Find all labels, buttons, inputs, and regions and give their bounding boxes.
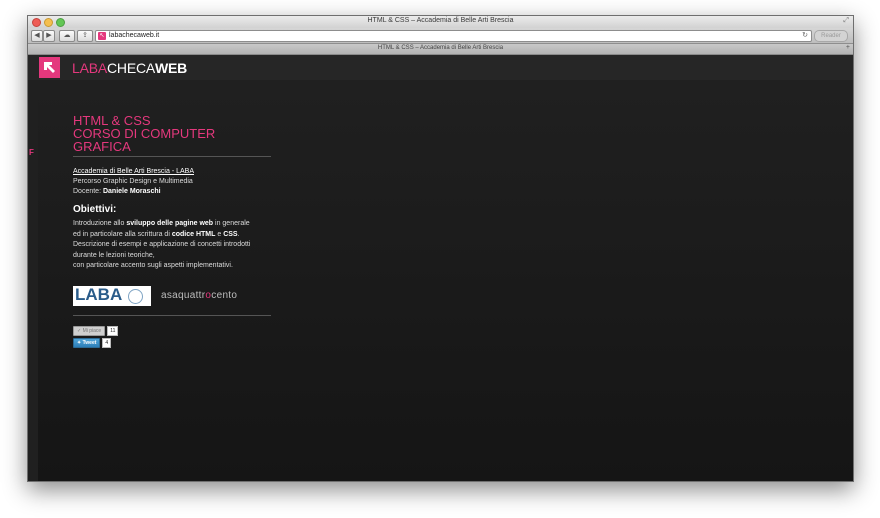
address-bar[interactable]: ↖ labachecaweb.it ↻ [95, 30, 812, 42]
objectives-heading: Obiettivi: [73, 204, 117, 215]
site-header: LABACHECAWEB [28, 55, 853, 81]
desc-bold: codice HTML [171, 230, 216, 238]
desc-line: Descrizione di esempi e applicazione di … [73, 241, 251, 248]
desc-bold: CSS [223, 230, 238, 238]
main-content: HTML & CSS CORSO DI COMPUTER GRAFICA Acc… [38, 80, 853, 481]
forward-arrow-icon[interactable]: ▶ [43, 30, 55, 42]
laba-logo-text: LABA [75, 284, 123, 304]
like-count: 11 [107, 326, 119, 336]
facebook-like: ✓ Mi piace 11 [73, 326, 273, 336]
twitter-tweet: ✦ Tweet 4 [73, 338, 273, 348]
back-arrow-icon[interactable]: ◀ [31, 30, 43, 42]
site-favicon-icon: ↖ [98, 32, 106, 40]
title-bar: HTML & CSS – Accademia di Belle Arti Bre… [28, 16, 853, 28]
share-icon[interactable]: ⇪ [77, 30, 93, 42]
twitter-bird-icon: ✦ [77, 340, 82, 346]
reader-button[interactable]: Reader [814, 30, 848, 42]
teacher-line: Docente: Daniele Moraschi [73, 187, 273, 197]
desc-text: Introduzione allo [73, 220, 127, 227]
side-tab-marker[interactable]: F [29, 148, 34, 157]
school-link[interactable]: Accademia di Belle Arti Brescia - LABA [73, 168, 194, 175]
tweet-label: Tweet [82, 340, 97, 346]
desc-text: . [237, 230, 240, 238]
asa-logo-part: asaquattr [161, 290, 206, 301]
reload-icon[interactable]: ↻ [802, 31, 808, 41]
window-title: HTML & CSS – Accademia di Belle Arti Bre… [367, 17, 514, 24]
cloud-icon[interactable]: ☁ [59, 30, 75, 42]
new-tab-icon[interactable]: + [846, 44, 850, 51]
site-logo-text[interactable]: LABACHECAWEB [72, 60, 187, 76]
browser-toolbar: ◀ ▶ ☁ ⇪ ↖ labachecaweb.it ↻ Reader [28, 28, 853, 44]
partner-logos: LABA asaquattrocento [73, 284, 273, 306]
desc-line: durante le lezioni teoriche, [73, 251, 155, 259]
asa-logo-part: cento [211, 290, 238, 301]
laba-seal-icon [128, 288, 143, 304]
page-title-line2: CORSO DI COMPUTER GRAFICA [73, 126, 216, 154]
desc-bold: sviluppo delle pagine web [126, 220, 214, 227]
tab-bar: HTML & CSS – Accademia di Belle Arti Bre… [28, 44, 853, 55]
desc-text: ed in particolare alla scrittura di [73, 230, 172, 238]
course-details: Accademia di Belle Arti Brescia - LABA P… [73, 167, 273, 197]
course-name: Percorso Graphic Design e Multimedia [73, 178, 193, 185]
tab-title[interactable]: HTML & CSS – Accademia di Belle Arti Bre… [28, 45, 853, 51]
logo-part-checa: CHECA [107, 60, 156, 76]
teacher-label: Docente: [73, 188, 102, 195]
desc-text: in generale [213, 220, 250, 227]
site-logo-icon[interactable] [39, 57, 60, 78]
like-button[interactable]: ✓ Mi piace [73, 326, 106, 336]
social-buttons: ✓ Mi piace 11 ✦ Tweet 4 [73, 326, 273, 348]
like-label: Mi piace [82, 328, 102, 334]
url-text: labachecaweb.it [109, 32, 160, 39]
browser-window: HTML & CSS – Accademia di Belle Arti Bre… [27, 15, 854, 482]
logo-part-laba: LABA [72, 60, 107, 76]
left-gutter: F [28, 80, 38, 481]
course-info: HTML & CSS CORSO DI COMPUTER GRAFICA Acc… [73, 114, 273, 351]
title-divider [73, 156, 271, 157]
tweet-count: 4 [102, 338, 112, 348]
tweet-button[interactable]: ✦ Tweet [73, 338, 101, 348]
desc-line: con particolare accento sugli aspetti im… [73, 262, 233, 269]
laba-logo[interactable]: LABA [73, 284, 151, 306]
fullscreen-icon[interactable]: ⤢ [843, 17, 849, 25]
teacher-name: Daniele Moraschi [102, 188, 161, 195]
logo-part-web: WEB [155, 60, 188, 76]
logos-divider [73, 314, 271, 316]
asaquattrocento-logo[interactable]: asaquattrocento [161, 290, 237, 301]
objectives-description: Introduzione allo sviluppo delle pagine … [73, 219, 273, 272]
